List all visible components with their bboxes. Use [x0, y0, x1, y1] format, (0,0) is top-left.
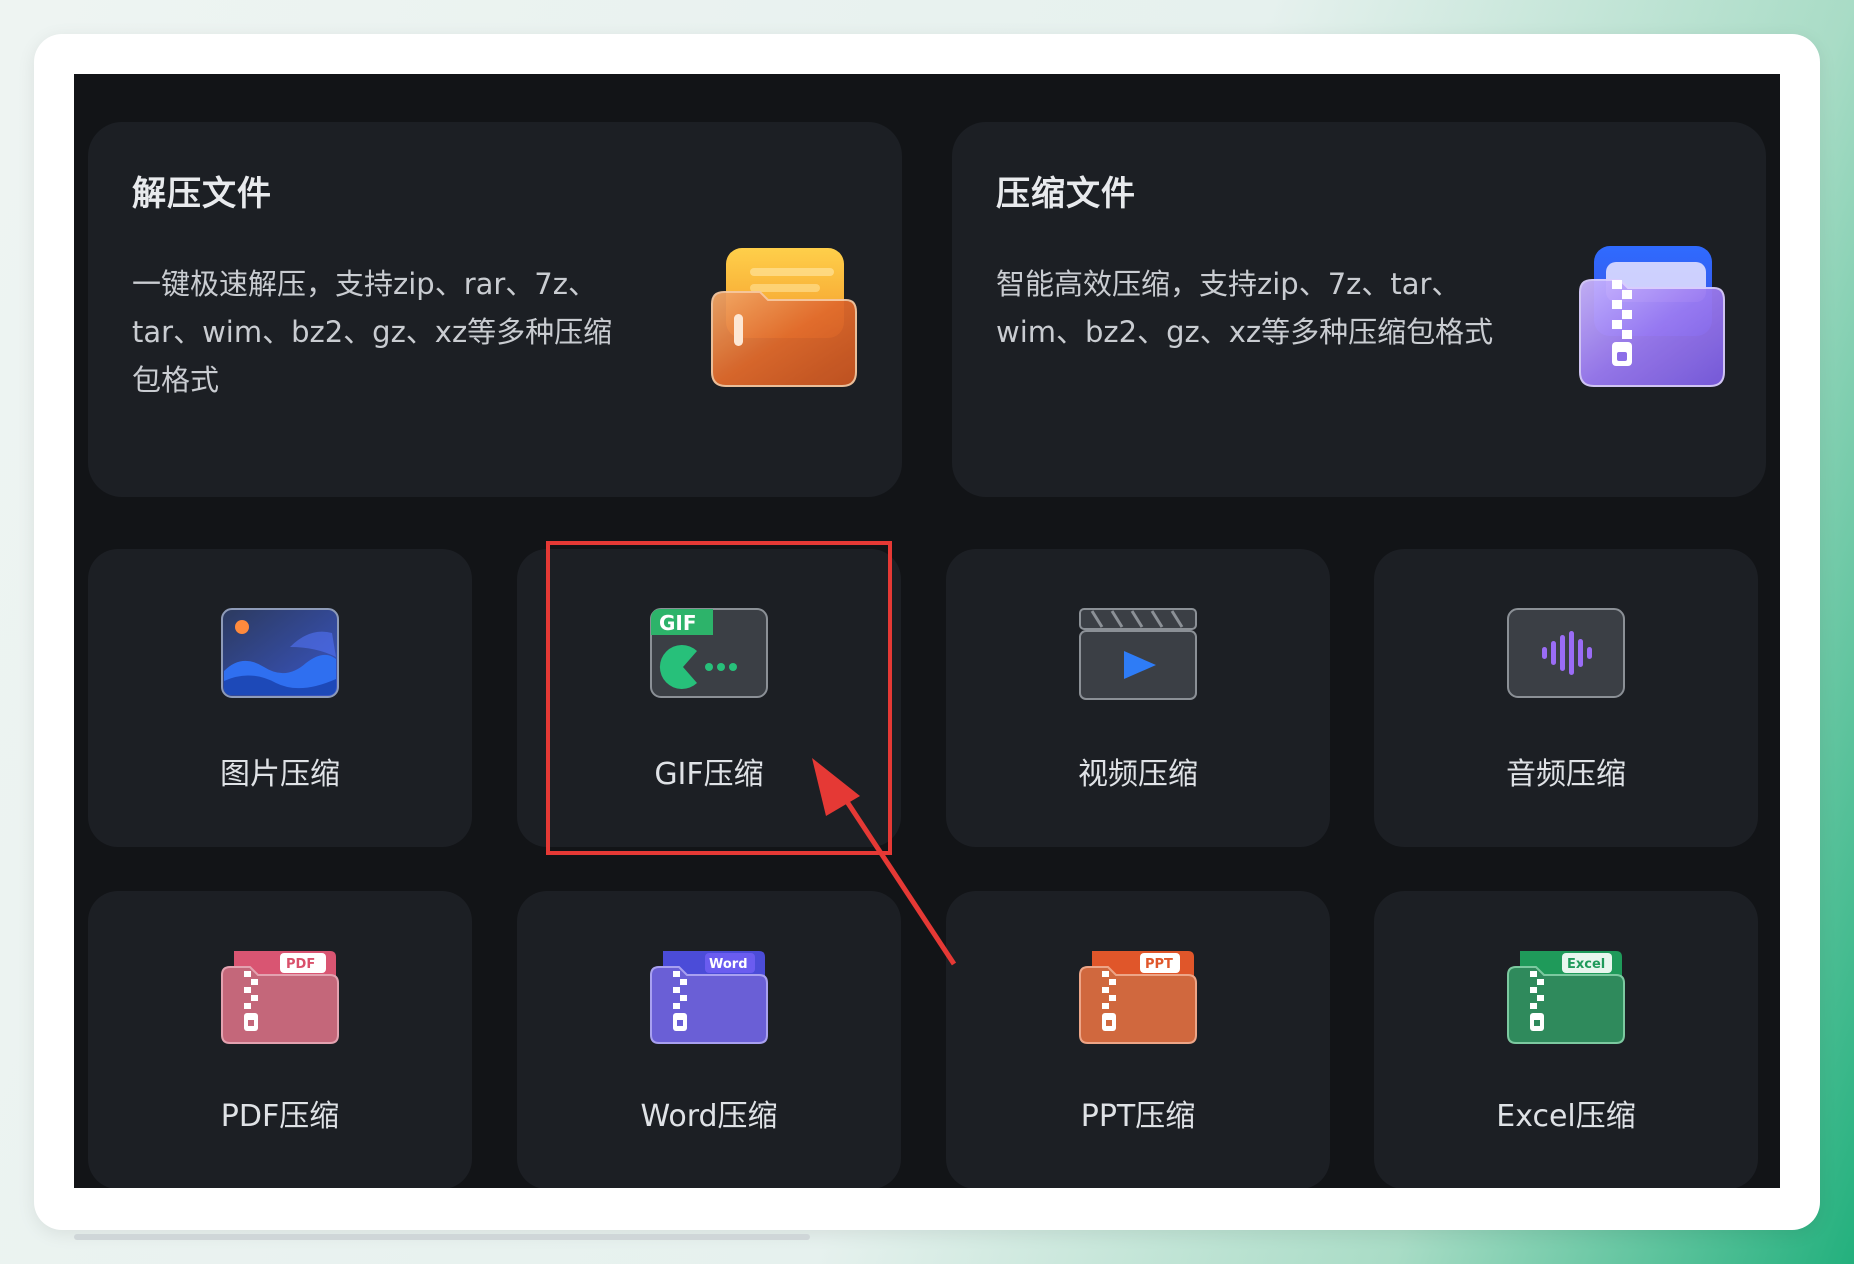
audio-wave-icon: [1507, 608, 1625, 698]
tool-image-compress[interactable]: 图片压缩: [88, 549, 472, 847]
tool-label: 图片压缩: [220, 757, 340, 792]
ppt-zip-icon: PPT: [1079, 951, 1197, 1044]
horizontal-scrollbar[interactable]: [74, 1234, 810, 1240]
tool-label: PPT压缩: [1080, 1099, 1196, 1134]
ppt-badge-text: PPT: [1145, 957, 1173, 972]
tool-label: 视频压缩: [1078, 757, 1198, 792]
tool-label: Excel压缩: [1496, 1099, 1636, 1134]
decompress-description: 一键极速解压，支持zip、rar、7z、tar、wim、bz2、gz、xz等多种…: [132, 267, 613, 397]
highlight-box: [546, 541, 892, 855]
pdf-zip-icon: PDF: [221, 951, 339, 1044]
image-icon: [221, 608, 339, 698]
excel-zip-icon: Excel: [1507, 951, 1625, 1044]
compress-title: 压缩文件: [996, 174, 1136, 214]
excel-badge-text: Excel: [1567, 957, 1605, 972]
tool-video-compress[interactable]: 视频压缩: [946, 549, 1330, 847]
purple-zip-folder-icon: [1579, 246, 1725, 387]
compress-description: 智能高效压缩，支持zip、7z、tar、wim、bz2、gz、xz等多种压缩包格…: [996, 267, 1494, 349]
tool-excel-compress[interactable]: Excel Excel压缩: [1374, 891, 1758, 1188]
tool-label: Word压缩: [640, 1099, 778, 1134]
tool-label: 音频压缩: [1506, 757, 1626, 792]
tool-audio-compress[interactable]: 音频压缩: [1374, 549, 1758, 847]
word-zip-icon: Word: [650, 951, 768, 1044]
compress-card[interactable]: 压缩文件 智能高效压缩，支持zip、7z、tar、wim、bz2、gz、xz等多…: [952, 122, 1766, 497]
tool-label: PDF压缩: [220, 1099, 340, 1134]
video-clapper-icon: [1079, 608, 1197, 700]
orange-folder-icon: [711, 248, 857, 387]
tool-pdf-compress[interactable]: PDF PDF压缩: [88, 891, 472, 1188]
compression-tools-panel: 解压文件 一键极速解压，支持zip、rar、7z、tar、wim、bz2、gz、…: [74, 74, 1780, 1188]
pdf-badge-text: PDF: [286, 957, 315, 972]
decompress-title: 解压文件: [132, 174, 272, 214]
tool-ppt-compress[interactable]: PPT PPT压缩: [946, 891, 1330, 1188]
word-badge-text: Word: [709, 957, 748, 972]
decompress-card[interactable]: 解压文件 一键极速解压，支持zip、rar、7z、tar、wim、bz2、gz、…: [88, 122, 902, 497]
tool-word-compress[interactable]: Word Word压缩: [517, 891, 901, 1188]
